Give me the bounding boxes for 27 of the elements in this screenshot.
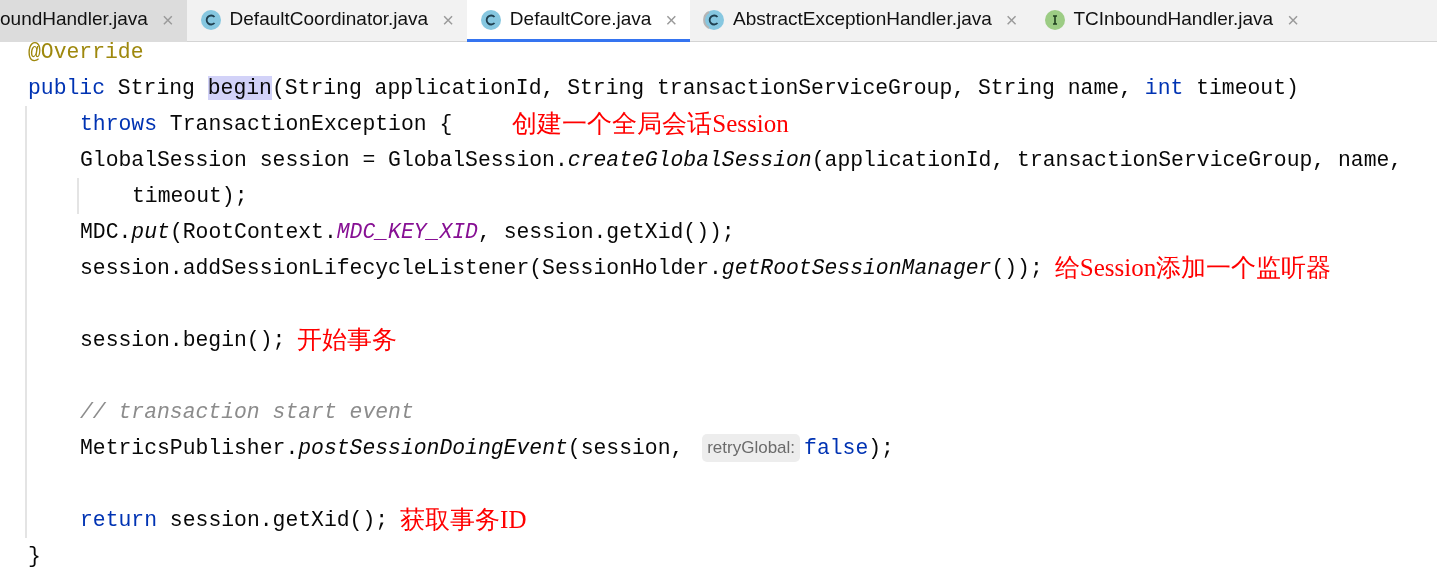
file-tab[interactable]: DefaultCore.java × [466,0,691,42]
annotation-note: 给Session添加一个监听器 [1054,253,1332,283]
class-icon [479,8,502,31]
annotation-note: 获取事务ID [400,505,527,535]
code-text: public String begin(String applicationId, String transactionServiceGroup, String name, int timeout) [28,75,1299,102]
code-text: MetricsPublisher.postSessionDoingEvent(session, [80,435,685,462]
code-text: session.begin(); [80,327,286,354]
abstract-class-icon [703,8,726,31]
code-text: session.addSessionLifecycleListener(SessionHolder.getRootSessionManager()); [80,255,1043,282]
code-text: GlobalSession session = GlobalSession.createGlobalSession(applicationId, transactionServiceGroup, name, [80,147,1403,174]
code-text: false); [804,435,894,462]
code-text: return session.getXid(); [80,507,389,534]
code-text: @Override [28,39,144,66]
parameter-hint: retryGlobal: [702,434,801,462]
file-tab[interactable]: oundHandler.java × [0,0,187,42]
class-icon [199,8,222,31]
interface-icon [1043,8,1066,31]
code-text: throws TransactionException { [80,111,453,138]
code-text: } [28,543,41,570]
file-tab[interactable]: TCInboundHandler.java × [1030,0,1312,42]
code-text: timeout); [132,183,248,210]
annotation-note: 创建一个全局会话Session [512,109,789,139]
code-text: MDC.put(RootContext.MDC_KEY_XID, session.getXid()); [80,219,735,246]
file-tab[interactable]: AbstractExceptionHandler.java × [690,0,1031,42]
file-tab[interactable]: DefaultCoordinator.java × [186,0,467,42]
code-text: // transaction start event [80,399,414,426]
annotation-note: 开始事务 [297,325,398,355]
